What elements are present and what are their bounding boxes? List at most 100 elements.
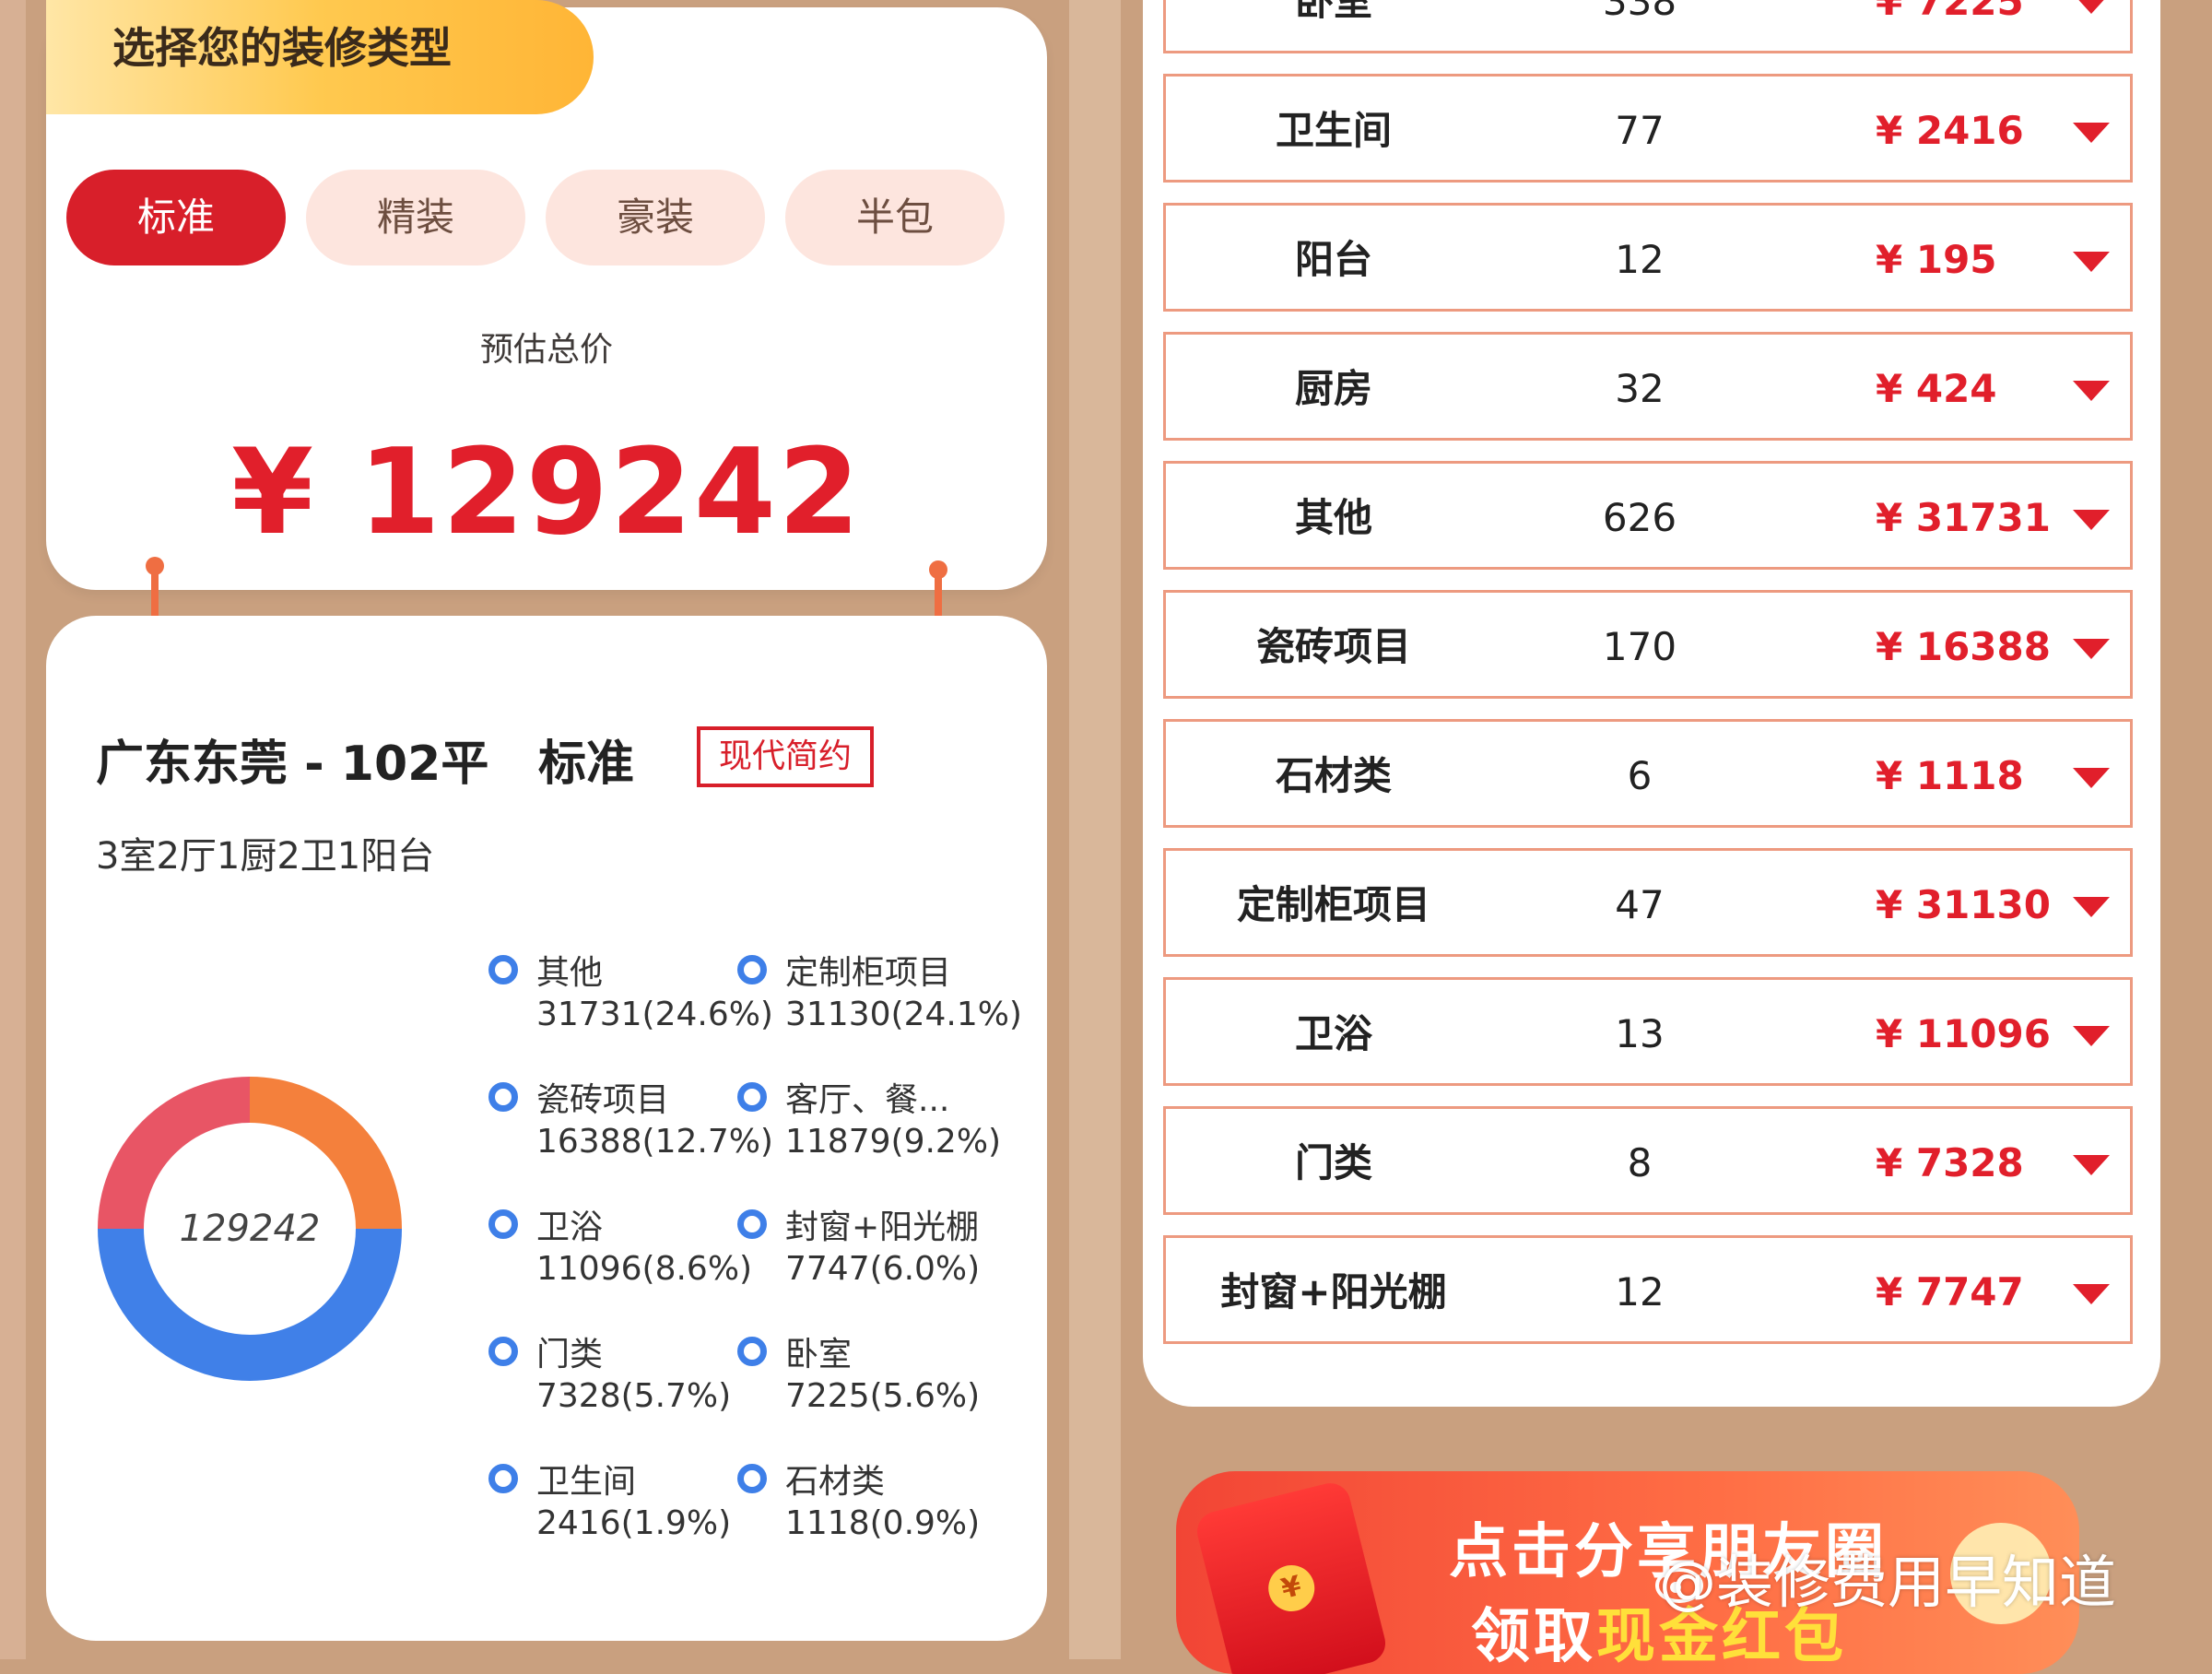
chevron-down-icon[interactable] — [2073, 1284, 2110, 1304]
section-title-pill: 选择您的装修类型 — [46, 0, 594, 114]
room-name: 门类 — [1294, 1140, 1372, 1185]
table-row[interactable]: 封窗+阳光棚 12 ¥ 7747 — [1163, 1235, 2133, 1344]
room-qty: 12 — [1615, 237, 1665, 282]
chevron-down-icon[interactable] — [2073, 1026, 2110, 1046]
room-qty: 12 — [1615, 1269, 1665, 1314]
legend-value: 2416(1.9%) — [536, 1504, 732, 1542]
room-name: 其他 — [1294, 495, 1372, 540]
banner-line-2-prefix: 领取 — [1471, 1603, 1596, 1671]
background-stripe — [0, 0, 26, 1659]
watermark: @装修费用早知道 — [1659, 1549, 2117, 1616]
room-name: 卧室 — [1294, 0, 1372, 24]
room-price: ¥ 7225 — [1876, 0, 2024, 24]
legend-value: 7225(5.6%) — [785, 1377, 981, 1415]
room-qty: 13 — [1615, 1011, 1665, 1056]
room-qty: 6 — [1627, 753, 1653, 798]
red-envelope-icon: ¥ — [1193, 1479, 1390, 1674]
room-name: 厨房 — [1294, 366, 1372, 411]
legend-dot-icon — [488, 1464, 518, 1493]
legend-dot-icon — [488, 1082, 518, 1112]
chevron-down-icon[interactable] — [2073, 1155, 2110, 1175]
estimate-label: 预估总价 — [479, 331, 613, 369]
legend-name: 瓷砖项目 — [536, 1081, 670, 1119]
legend-dot-icon — [737, 1209, 767, 1239]
legend-value: 31130(24.1%) — [785, 996, 1022, 1033]
room-name: 封窗+阳光棚 — [1220, 1269, 1447, 1314]
table-row[interactable]: 其他 626 ¥ 31731 — [1163, 461, 2133, 570]
table-row[interactable]: 瓷砖项目 170 ¥ 16388 — [1163, 590, 2133, 699]
cost-donut-chart: 129242 — [98, 1077, 402, 1381]
room-qty: 626 — [1602, 495, 1677, 540]
table-row[interactable]: 卧室 338 ¥ 7225 — [1163, 0, 2133, 53]
tier-standard-button[interactable]: 标准 — [66, 170, 286, 265]
room-qty: 338 — [1602, 0, 1677, 24]
room-price: ¥ 195 — [1876, 237, 1997, 282]
room-price: ¥ 7328 — [1876, 1140, 2024, 1185]
legend-dot-icon — [737, 1464, 767, 1493]
room-name: 瓷砖项目 — [1255, 624, 1411, 669]
table-row[interactable]: 卫生间 77 ¥ 2416 — [1163, 74, 2133, 183]
table-row[interactable]: 厨房 32 ¥ 424 — [1163, 332, 2133, 441]
chevron-down-icon[interactable] — [2073, 252, 2110, 272]
style-tag: 现代简约 — [697, 726, 875, 787]
legend-dot-icon — [488, 955, 518, 984]
table-row[interactable]: 门类 8 ¥ 7328 — [1163, 1106, 2133, 1215]
room-qty: 77 — [1615, 108, 1665, 153]
chevron-down-icon[interactable] — [2073, 768, 2110, 788]
chevron-down-icon[interactable] — [2073, 639, 2110, 659]
legend-name: 客厅、餐... — [785, 1081, 950, 1119]
legend-value: 7328(5.7%) — [536, 1377, 732, 1415]
table-row[interactable]: 阳台 12 ¥ 195 — [1163, 203, 2133, 312]
legend-name: 卫生间 — [536, 1463, 637, 1501]
legend-dot-icon — [488, 1209, 518, 1239]
legend-name: 卧室 — [785, 1336, 853, 1373]
room-price: ¥ 424 — [1876, 366, 1997, 411]
legend-name: 定制柜项目 — [785, 954, 952, 992]
background-stripe — [1069, 0, 1121, 1659]
tier-half-button[interactable]: 半包 — [785, 170, 1005, 265]
table-row[interactable]: 石材类 6 ¥ 1118 — [1163, 719, 2133, 828]
room-qty: 47 — [1615, 882, 1665, 927]
room-name: 卫生间 — [1275, 108, 1392, 153]
room-layout: 3室2厅1厨2卫1阳台 — [96, 835, 435, 878]
room-price: ¥ 2416 — [1876, 108, 2024, 153]
tier-fine-button[interactable]: 精装 — [306, 170, 525, 265]
tier-luxury-button[interactable]: 豪装 — [546, 170, 765, 265]
room-price: ¥ 31731 — [1876, 495, 2051, 540]
tier-selector: 标准 精装 豪装 半包 — [66, 170, 1034, 265]
coin-icon: ¥ — [1263, 1560, 1320, 1617]
chevron-down-icon[interactable] — [2073, 897, 2110, 917]
legend-name: 门类 — [536, 1336, 604, 1373]
legend-value: 16388(12.7%) — [536, 1123, 773, 1161]
legend-value: 31731(24.6%) — [536, 996, 773, 1033]
legend-dot-icon — [737, 955, 767, 984]
chevron-down-icon[interactable] — [2073, 510, 2110, 530]
legend-dot-icon — [737, 1337, 767, 1366]
room-price: ¥ 1118 — [1876, 753, 2024, 798]
chevron-down-icon[interactable] — [2073, 123, 2110, 143]
legend-value: 11096(8.6%) — [536, 1250, 753, 1288]
room-price: ¥ 31130 — [1876, 882, 2051, 927]
legend-value: 1118(0.9%) — [785, 1504, 981, 1542]
legend-name: 其他 — [536, 954, 604, 992]
location-size: 广东东莞 - 102平 — [96, 737, 489, 792]
table-row[interactable]: 定制柜项目 47 ¥ 31130 — [1163, 848, 2133, 957]
legend-name: 卫浴 — [536, 1208, 604, 1246]
estimate-total: ¥ 129242 — [231, 424, 862, 561]
summary-card: 广东东莞 - 102平 标准 现代简约 3室2厅1厨2卫1阳台 129242 其… — [46, 616, 1047, 1641]
decoration-type-card: 选择您的装修类型 标准 精装 豪装 半包 预估总价 ¥ 129242 — [46, 0, 1047, 590]
table-row[interactable]: 卫浴 13 ¥ 11096 — [1163, 977, 2133, 1086]
chevron-down-icon[interactable] — [2073, 0, 2110, 14]
donut-center-label: 129242 — [179, 1208, 321, 1250]
legend-name: 石材类 — [785, 1463, 886, 1501]
room-name: 阳台 — [1294, 237, 1372, 282]
legend-value: 11879(9.2%) — [785, 1123, 1002, 1161]
room-qty: 8 — [1627, 1140, 1653, 1185]
room-price: ¥ 11096 — [1876, 1011, 2051, 1056]
legend-value: 7747(6.0%) — [785, 1250, 981, 1288]
legend-dot-icon — [488, 1337, 518, 1366]
legend-name: 封窗+阳光棚 — [785, 1208, 980, 1246]
chevron-down-icon[interactable] — [2073, 381, 2110, 401]
room-name: 定制柜项目 — [1236, 882, 1430, 927]
section-title: 选择您的装修类型 — [112, 23, 452, 73]
